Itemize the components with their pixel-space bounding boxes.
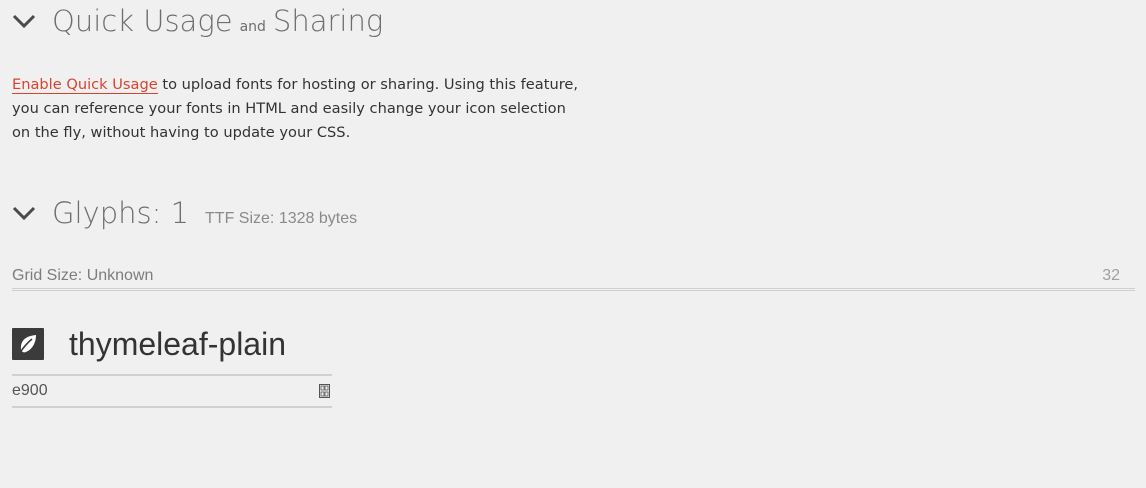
glyphs-header[interactable]: Glyphs: 1 TTF Size: 1328 bytes — [12, 196, 357, 230]
enable-quick-usage-link[interactable]: Enable Quick Usage — [12, 76, 158, 94]
ttf-size-label: TTF Size: 1328 bytes — [205, 210, 358, 227]
quick-usage-title-connector: and — [239, 19, 266, 35]
grid-size-bar: Grid Size: Unknown 32 — [12, 264, 1135, 291]
leaf-icon[interactable] — [12, 328, 44, 360]
sharing-title: Sharing — [272, 4, 384, 38]
glyph-code-input[interactable] — [12, 382, 302, 400]
grid-size-value[interactable]: 32 — [1102, 267, 1120, 285]
quick-usage-header[interactable]: Quick Usage and Sharing — [12, 4, 383, 38]
glyph-name[interactable]: thymeleaf-plain — [69, 326, 286, 363]
quick-usage-description: Enable Quick Usage to upload fonts for h… — [12, 73, 582, 145]
page: Quick Usage and Sharing Enable Quick Usa… — [0, 0, 1146, 488]
grid-size-label: Grid Size: Unknown — [12, 267, 154, 284]
chevron-down-icon[interactable] — [12, 9, 36, 33]
quick-usage-title: Quick Usage — [52, 4, 233, 38]
chevron-down-icon[interactable] — [12, 201, 36, 225]
ligature-icon[interactable] — [319, 384, 330, 398]
glyph-code-row — [12, 374, 332, 408]
glyphs-count-title: Glyphs: 1 — [52, 196, 190, 230]
